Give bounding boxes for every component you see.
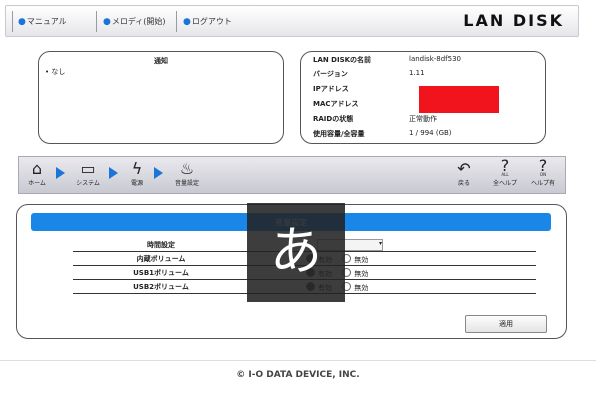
info-row: LAN DISKの名前 landisk-8df530 — [313, 55, 533, 69]
nav-sound-settings[interactable]: ♨ 音量設定 — [167, 159, 207, 188]
manual-link[interactable]: ●マニュアル — [18, 16, 67, 27]
notice-item: • なし — [45, 68, 66, 76]
on-badge: ON — [539, 172, 547, 177]
all-help-button[interactable]: ? ALL 全ヘルプ — [489, 156, 521, 188]
bullet-icon: ● — [103, 17, 111, 27]
notice-panel: 通知 • なし — [38, 51, 284, 144]
bell-icon: ♨ — [179, 159, 195, 178]
breadcrumb-arrow-icon — [154, 167, 163, 179]
info-value: 1 / 994 (GB) — [409, 129, 452, 137]
back-button[interactable]: ↶ 戻る — [453, 159, 475, 188]
info-key: バージョン — [313, 70, 348, 78]
help-icon: ? — [500, 156, 510, 175]
info-key: IPアドレス — [313, 85, 349, 93]
info-row: RAIDの状態 正常動作 — [313, 114, 533, 128]
breadcrumb-arrow-icon — [56, 167, 65, 179]
nav-power[interactable]: ϟ 電源 — [125, 159, 149, 188]
info-value: landisk-8df530 — [409, 55, 462, 63]
info-value: 正常動作 — [409, 115, 437, 123]
info-key: RAIDの状態 — [313, 115, 354, 123]
row-label: USB1ボリューム — [133, 269, 189, 277]
apply-button[interactable]: 適用 — [465, 315, 547, 333]
row-label: 時間設定 — [147, 241, 175, 249]
power-icon: ϟ — [131, 159, 143, 178]
separator — [96, 11, 97, 32]
separator — [176, 11, 177, 32]
ime-indicator-overlay: あ — [247, 203, 345, 302]
info-key: MACアドレス — [313, 100, 359, 108]
copyright: © I-O DATA DEVICE, INC. — [236, 370, 360, 380]
brand-logo: LAN DISK — [463, 11, 564, 30]
notice-title: 通知 — [154, 57, 168, 65]
bullet-icon: ● — [183, 17, 191, 27]
breadcrumb-arrow-icon — [109, 167, 118, 179]
device-info-panel: LAN DISKの名前 landisk-8df530 バージョン 1.11 IPアド… — [300, 51, 546, 144]
top-navigation-bar: ●マニュアル ●メロディ(開始) ●ログアウト LAN DISK — [5, 5, 579, 37]
home-icon: ⌂ — [31, 159, 43, 178]
help-on-button[interactable]: ? ON ヘルプ有 — [527, 156, 559, 188]
row-label: USB2ボリューム — [133, 283, 189, 291]
logout-link[interactable]: ●ログアウト — [183, 16, 232, 27]
bullet-icon: ● — [18, 17, 26, 27]
melody-start-link[interactable]: ●メロディ(開始) — [103, 16, 166, 27]
nav-system[interactable]: ▭ システム — [71, 159, 105, 188]
redacted-block — [419, 86, 499, 113]
nav-home[interactable]: ⌂ ホーム — [23, 159, 51, 188]
info-key: LAN DISKの名前 — [313, 56, 372, 64]
separator — [12, 11, 13, 32]
info-value: 1.11 — [409, 69, 425, 77]
info-row: バージョン 1.11 — [313, 69, 533, 83]
help-icon: ? — [538, 156, 548, 175]
all-badge: ALL — [501, 172, 509, 177]
info-row: 使用容量/全容量 1 / 994 (GB) — [313, 129, 533, 143]
info-key: 使用容量/全容量 — [313, 130, 365, 138]
window-icon: ▭ — [80, 159, 96, 178]
footer-divider — [0, 360, 596, 361]
back-arrow-icon: ↶ — [457, 159, 471, 178]
row-label: 内蔵ボリューム — [136, 255, 186, 263]
breadcrumb-toolbar: ⌂ ホーム ▭ システム ϟ 電源 ♨ 音量設定 ↶ 戻る ? ALL 全ヘルプ… — [18, 156, 566, 194]
